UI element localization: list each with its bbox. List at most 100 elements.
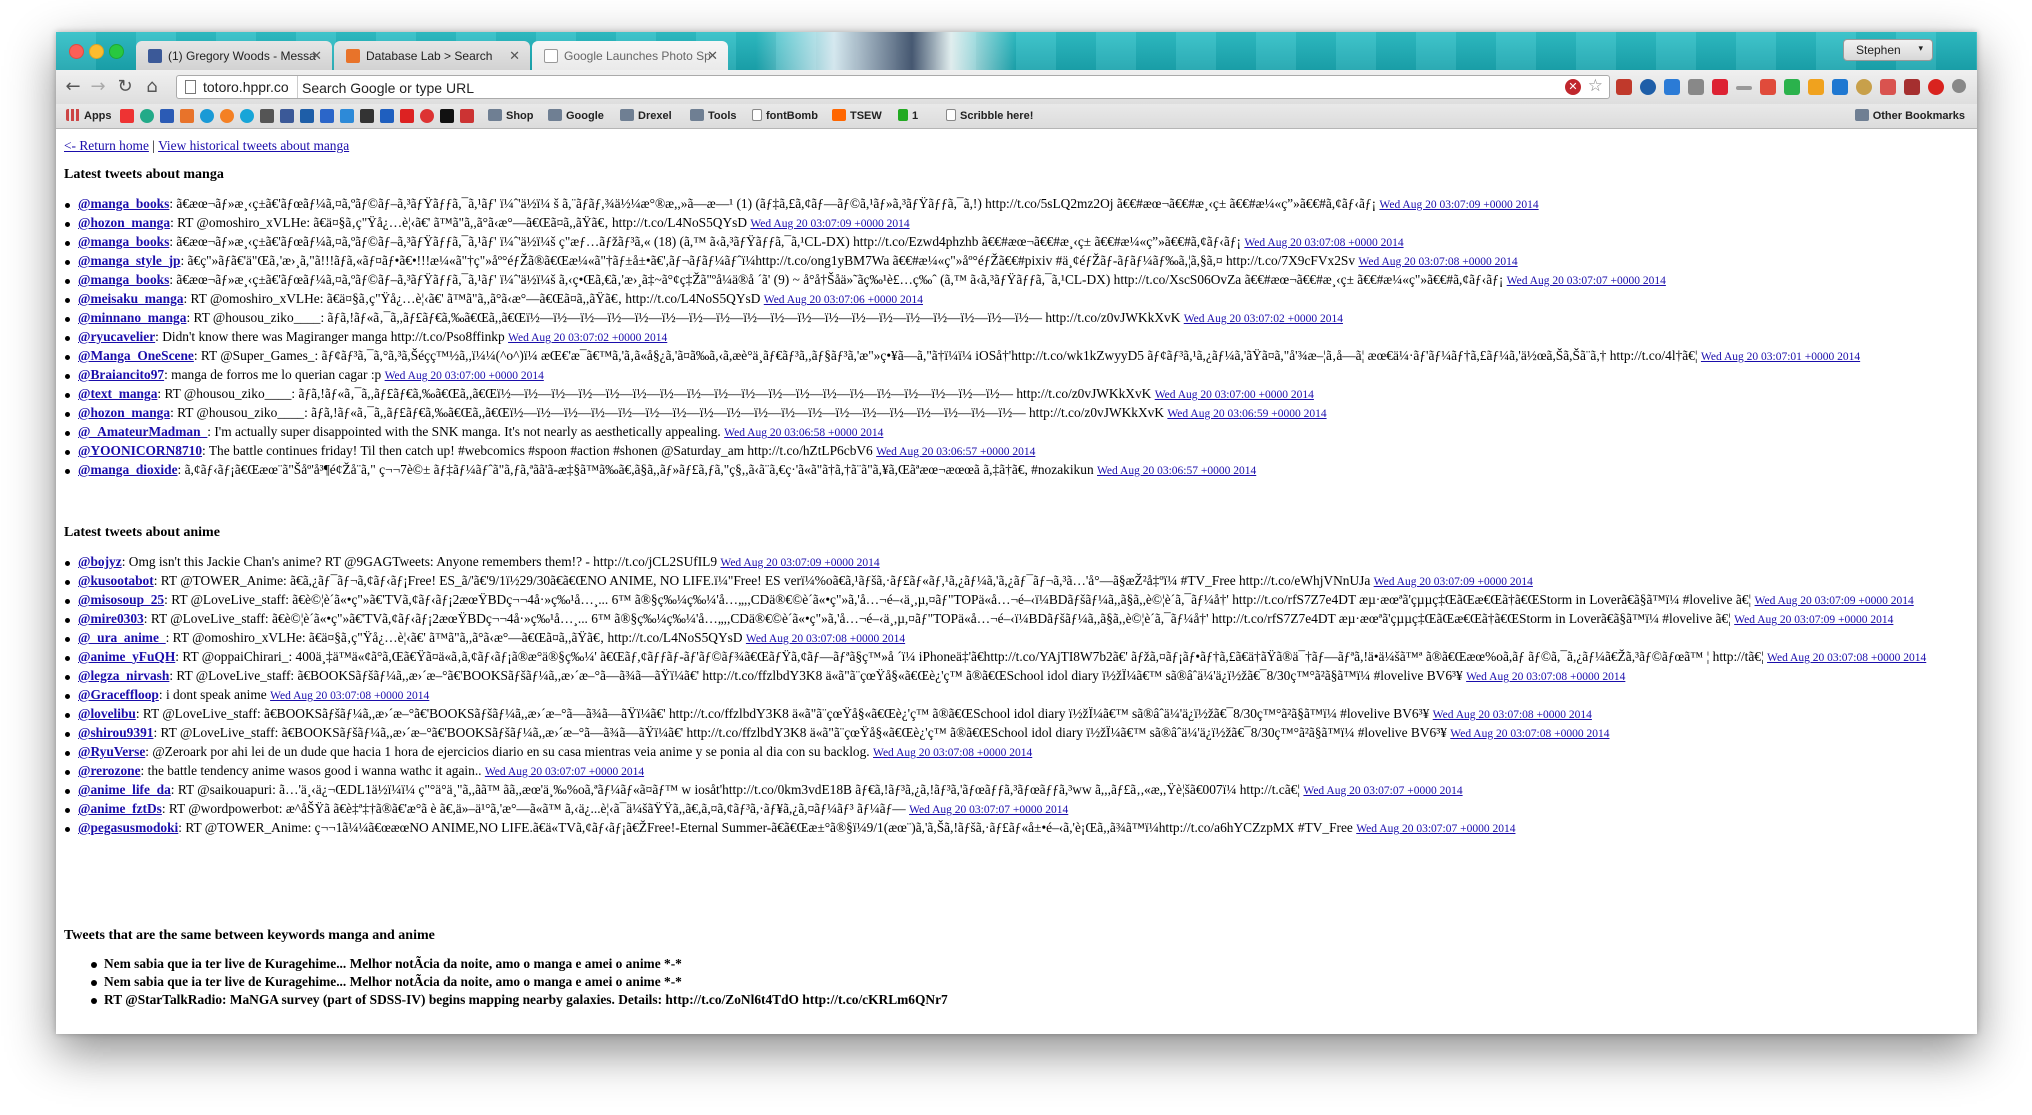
tweet-timestamp-link[interactable]: Wed Aug 20 03:07:09 +0000 2014 bbox=[1379, 199, 1538, 211]
tab-google-photo[interactable]: Google Launches Photo Sp ✕ bbox=[532, 41, 728, 70]
check-extension-icon[interactable] bbox=[1664, 79, 1680, 95]
tweet-timestamp-link[interactable]: Wed Aug 20 03:07:02 +0000 2014 bbox=[1184, 313, 1343, 325]
tweet-username-link[interactable]: @_AmateurMadman_ bbox=[78, 424, 207, 439]
gmail-extension-icon[interactable] bbox=[1760, 79, 1776, 95]
sms-extension-icon[interactable] bbox=[1712, 79, 1728, 95]
tweet-timestamp-link[interactable]: Wed Aug 20 03:07:09 +0000 2014 bbox=[750, 218, 909, 230]
tweet-username-link[interactable]: @kusootabot bbox=[78, 573, 154, 588]
tweet-timestamp-link[interactable]: Wed Aug 20 03:07:00 +0000 2014 bbox=[385, 370, 544, 382]
tweet-username-link[interactable]: @shirou9391 bbox=[78, 725, 153, 740]
minus-extension-icon[interactable] bbox=[1736, 86, 1752, 90]
tweet-username-link[interactable]: @lovelibu bbox=[78, 706, 136, 721]
bookmark-q-icon[interactable] bbox=[420, 109, 434, 123]
zoom-window-button[interactable] bbox=[109, 44, 124, 59]
tweet-username-link[interactable]: @bojyz bbox=[78, 554, 122, 569]
bookmark-g-icon[interactable] bbox=[220, 109, 234, 123]
forward-arrow-icon[interactable]: → bbox=[87, 76, 109, 98]
return-home-link[interactable]: <- Return home bbox=[64, 138, 149, 153]
site-chip[interactable]: totoro.hppr.co bbox=[177, 76, 298, 98]
bookmark-k-icon[interactable] bbox=[300, 109, 314, 123]
bookmark-i-icon[interactable] bbox=[260, 109, 274, 123]
bookmark-folder-drexel[interactable]: Drexel bbox=[620, 109, 672, 123]
home-icon[interactable]: ⌂ bbox=[141, 76, 163, 98]
tweet-timestamp-link[interactable]: Wed Aug 20 03:07:06 +0000 2014 bbox=[764, 294, 923, 306]
tweet-timestamp-link[interactable]: Wed Aug 20 03:07:09 +0000 2014 bbox=[720, 557, 879, 569]
tweet-username-link[interactable]: @YOONICORN8710 bbox=[78, 443, 202, 458]
back-arrow-icon[interactable]: ← bbox=[62, 76, 84, 98]
cookie-extension-icon[interactable] bbox=[1856, 79, 1872, 95]
tweet-timestamp-link[interactable]: Wed Aug 20 03:06:57 +0000 2014 bbox=[876, 446, 1035, 458]
tweet-timestamp-link[interactable]: Wed Aug 20 03:07:09 +0000 2014 bbox=[1755, 595, 1914, 607]
tweet-timestamp-link[interactable]: Wed Aug 20 03:07:08 +0000 2014 bbox=[1450, 728, 1609, 740]
close-tab-icon[interactable]: ✕ bbox=[311, 48, 322, 64]
tweet-username-link[interactable]: @rerozone bbox=[78, 763, 141, 778]
tweet-username-link[interactable]: @anime_life_da bbox=[78, 782, 171, 797]
tweet-username-link[interactable]: @anime_fztDs bbox=[78, 801, 162, 816]
bookmark-scribble[interactable]: Scribble here! bbox=[946, 109, 1033, 123]
tweet-timestamp-link[interactable]: Wed Aug 20 03:07:01 +0000 2014 bbox=[1701, 351, 1860, 363]
bookmark-e-icon[interactable] bbox=[180, 109, 194, 123]
tweet-timestamp-link[interactable]: Wed Aug 20 03:07:08 +0000 2014 bbox=[1244, 237, 1403, 249]
tweet-username-link[interactable]: @_ura_anime_ bbox=[78, 630, 166, 645]
bookmark-fontbomb[interactable]: fontBomb bbox=[752, 109, 818, 123]
bookmark-s-icon[interactable] bbox=[460, 109, 474, 123]
apps-shortcut[interactable]: Apps bbox=[66, 109, 112, 123]
bookmark-j-icon[interactable] bbox=[280, 109, 294, 123]
tweet-username-link[interactable]: @manga_style_jp bbox=[78, 253, 180, 268]
tweet-timestamp-link[interactable]: Wed Aug 20 03:06:59 +0000 2014 bbox=[1167, 408, 1326, 420]
tweet-timestamp-link[interactable]: Wed Aug 20 03:07:08 +0000 2014 bbox=[270, 690, 429, 702]
tweet-username-link[interactable]: @Braiancito97 bbox=[78, 367, 164, 382]
chat-extension-icon[interactable] bbox=[1640, 79, 1656, 95]
tweet-username-link[interactable]: @Graceffloop bbox=[78, 687, 159, 702]
close-window-button[interactable] bbox=[69, 44, 84, 59]
tweet-username-link[interactable]: @manga_books bbox=[78, 196, 169, 211]
tweet-timestamp-link[interactable]: Wed Aug 20 03:07:08 +0000 2014 bbox=[1466, 671, 1625, 683]
tweet-timestamp-link[interactable]: Wed Aug 20 03:07:08 +0000 2014 bbox=[873, 747, 1032, 759]
bookmark-h-icon[interactable] bbox=[240, 109, 254, 123]
tweet-timestamp-link[interactable]: Wed Aug 20 03:07:02 +0000 2014 bbox=[508, 332, 667, 344]
bookmark-folder-google[interactable]: Google bbox=[548, 109, 604, 123]
tweet-timestamp-link[interactable]: Wed Aug 20 03:07:07 +0000 2014 bbox=[1507, 275, 1666, 287]
bookmark-p-icon[interactable] bbox=[400, 109, 414, 123]
tweet-timestamp-link[interactable]: Wed Aug 20 03:06:58 +0000 2014 bbox=[724, 427, 883, 439]
bookmark-b-icon[interactable] bbox=[120, 109, 134, 123]
close-tab-icon[interactable]: ✕ bbox=[707, 48, 718, 64]
tweet-timestamp-link[interactable]: Wed Aug 20 03:07:09 +0000 2014 bbox=[1374, 576, 1533, 588]
tweet-username-link[interactable]: @text_manga bbox=[78, 386, 157, 401]
bookmark-r-icon[interactable] bbox=[440, 109, 454, 123]
tweet-username-link[interactable]: @Manga_OneScene bbox=[78, 348, 194, 363]
bookmark-extension-icon[interactable] bbox=[1880, 79, 1896, 95]
tweet-timestamp-link[interactable]: Wed Aug 20 03:07:09 +0000 2014 bbox=[1734, 614, 1893, 626]
bookmark-folder-tools[interactable]: Tools bbox=[690, 109, 737, 123]
tweet-username-link[interactable]: @manga_books bbox=[78, 234, 169, 249]
bookmark-m-icon[interactable] bbox=[340, 109, 354, 123]
tweet-username-link[interactable]: @mire0303 bbox=[78, 611, 144, 626]
minimize-window-button[interactable] bbox=[89, 44, 104, 59]
tweet-timestamp-link[interactable]: Wed Aug 20 03:07:07 +0000 2014 bbox=[485, 766, 644, 778]
close-tab-icon[interactable]: ✕ bbox=[509, 48, 520, 64]
tweet-username-link[interactable]: @legza_nirvash bbox=[78, 668, 169, 683]
tweet-timestamp-link[interactable]: Wed Aug 20 03:07:07 +0000 2014 bbox=[1303, 785, 1462, 797]
bookmark-c-icon[interactable] bbox=[140, 109, 154, 123]
bookmark-n-icon[interactable] bbox=[360, 109, 374, 123]
bookmark-folder-shop[interactable]: Shop bbox=[488, 109, 534, 123]
tweet-username-link[interactable]: @pegasusmodoki bbox=[78, 820, 178, 835]
help-icon[interactable] bbox=[1952, 79, 1966, 93]
other-bookmarks[interactable]: Other Bookmarks bbox=[1854, 109, 1965, 123]
tweet-timestamp-link[interactable]: Wed Aug 20 03:07:07 +0000 2014 bbox=[909, 804, 1068, 816]
clear-icon[interactable]: ✕ bbox=[1565, 79, 1581, 95]
dropbox-extension-icon[interactable] bbox=[1832, 79, 1848, 95]
tweet-username-link[interactable]: @hozon_manga bbox=[78, 215, 170, 230]
omnibox[interactable]: totoro.hppr.co ✕ ☆ bbox=[176, 75, 1610, 99]
tweet-timestamp-link[interactable]: Wed Aug 20 03:07:07 +0000 2014 bbox=[1356, 823, 1515, 835]
bookmark-f-icon[interactable] bbox=[200, 109, 214, 123]
tweet-timestamp-link[interactable]: Wed Aug 20 03:07:08 +0000 2014 bbox=[1358, 256, 1517, 268]
tweet-username-link[interactable]: @manga_books bbox=[78, 272, 169, 287]
tweet-username-link[interactable]: @hozon_manga bbox=[78, 405, 170, 420]
historical-tweets-link[interactable]: View historical tweets about manga bbox=[158, 138, 349, 153]
tweet-username-link[interactable]: @misosoup_25 bbox=[78, 592, 164, 607]
tweet-username-link[interactable]: @minnano_manga bbox=[78, 310, 186, 325]
car-extension-icon[interactable] bbox=[1616, 79, 1632, 95]
alert-extension-icon[interactable] bbox=[1688, 79, 1704, 95]
feedly-extension-icon[interactable] bbox=[1784, 79, 1800, 95]
